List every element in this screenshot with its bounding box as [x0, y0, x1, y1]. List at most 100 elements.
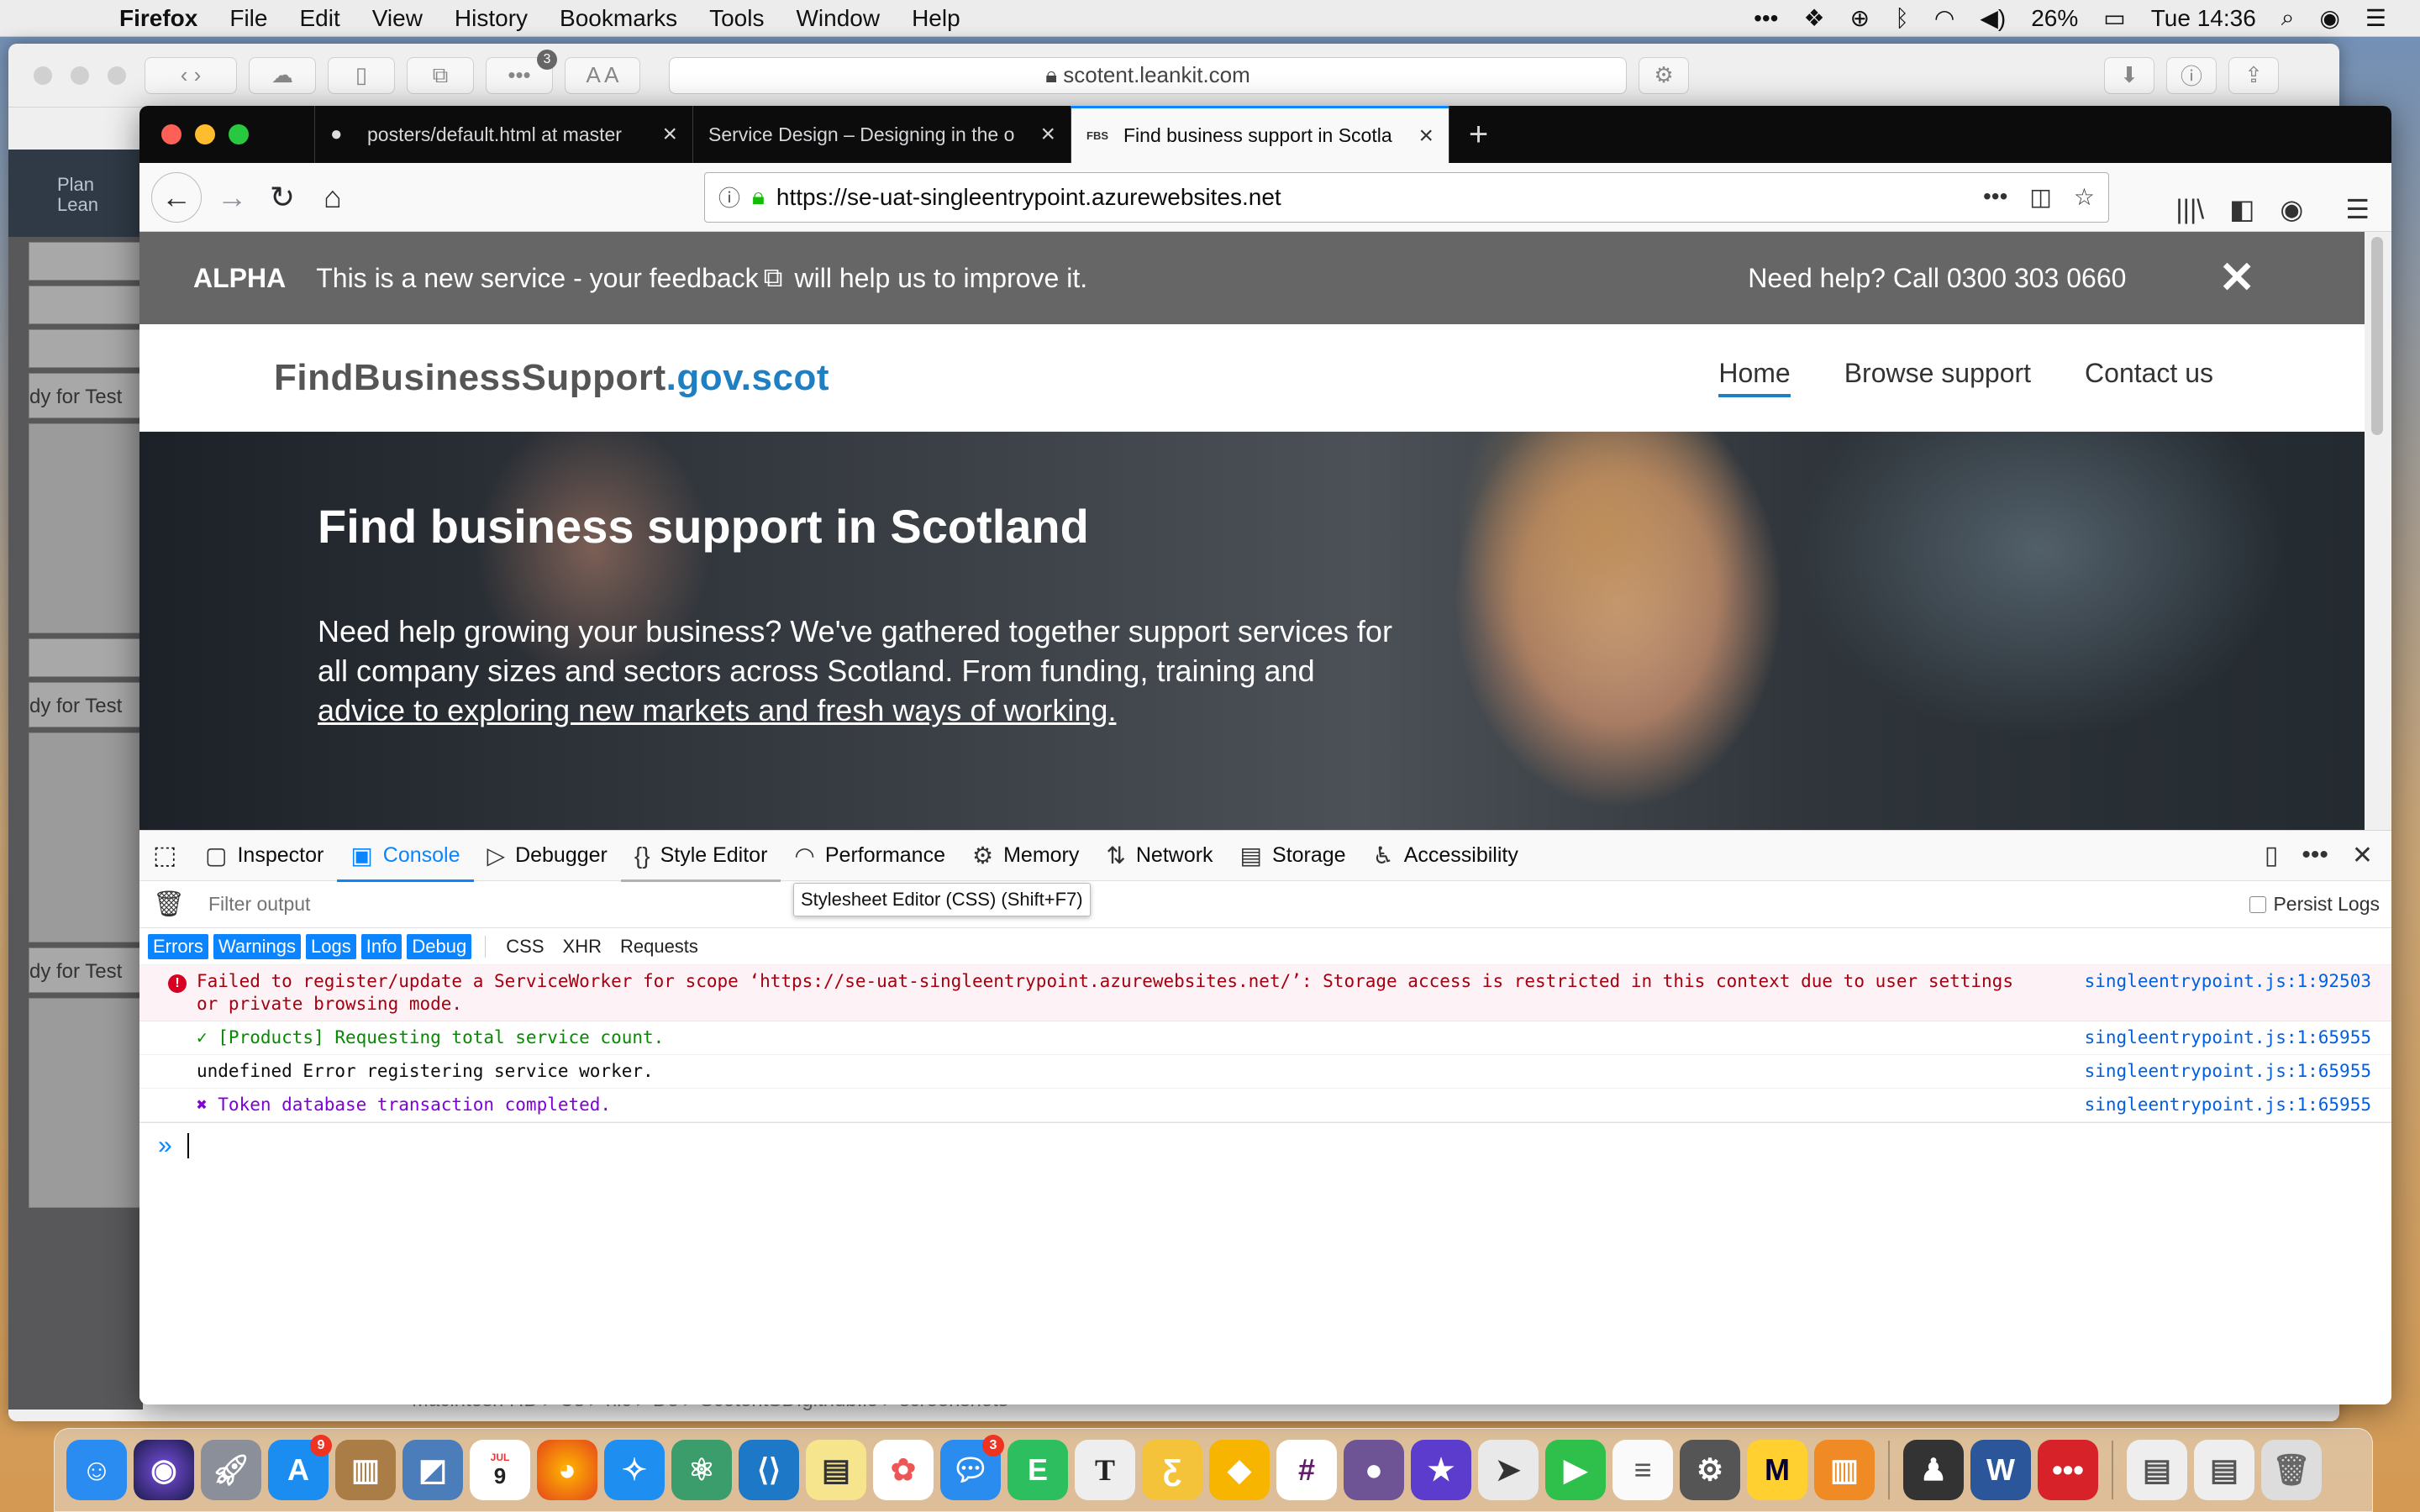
clear-console-icon[interactable]: 🗑︎	[139, 890, 198, 919]
tab-github-posters[interactable]: ● posters/default.html at master ×	[314, 106, 692, 163]
notification-center-icon[interactable]: ☰	[2365, 4, 2386, 32]
tab-performance[interactable]: ◠ Performance	[781, 831, 959, 881]
bg-back-forward-icon[interactable]: ‹ ›	[145, 56, 237, 94]
bg-info-icon[interactable]: ⓘ	[2166, 56, 2217, 94]
tab-inspector[interactable]: ▢ Inspector	[192, 831, 337, 881]
hamburger-menu-icon[interactable]: ☰	[2345, 193, 2370, 225]
trash-icon[interactable]: 🗑︎	[2261, 1440, 2322, 1500]
pocket-icon[interactable]: ◫	[2029, 183, 2051, 211]
bg-zoom-button[interactable]	[108, 66, 126, 85]
books-icon[interactable]: ▥	[1814, 1440, 1875, 1500]
tab-console[interactable]: ▣ Console	[337, 831, 474, 882]
devtools-options-icon[interactable]: •••	[2302, 841, 2328, 870]
zoom-window-button[interactable]	[229, 124, 249, 144]
miro-icon[interactable]: M	[1747, 1440, 1807, 1500]
bg-cloud-icon[interactable]: ☁	[249, 56, 316, 94]
console-input[interactable]: »	[139, 1122, 2391, 1168]
menu-clock[interactable]: Tue 14:36	[2151, 5, 2256, 32]
tab-style-editor[interactable]: {} Style Editor	[620, 831, 781, 882]
menu-window[interactable]: Window	[796, 5, 880, 32]
menu-help[interactable]: Help	[912, 5, 960, 32]
filter-debug[interactable]: Debug	[407, 933, 472, 959]
forward-button[interactable]: →	[207, 172, 257, 223]
tab-service-design[interactable]: Service Design – Designing in the o ×	[692, 106, 1071, 163]
tab-close-icon[interactable]: ×	[662, 120, 677, 149]
page-scrollbar-thumb[interactable]	[2371, 237, 2383, 435]
tab-network[interactable]: ⇅ Network	[1092, 831, 1226, 881]
app-store-icon[interactable]: A9	[268, 1435, 332, 1500]
url-text[interactable]: https://se-uat-singleentrypoint.azureweb…	[776, 184, 1983, 211]
spotlight-icon[interactable]: ⌕	[2281, 4, 2295, 32]
filter-xhr[interactable]: XHR	[556, 934, 608, 959]
menu-history[interactable]: History	[455, 5, 528, 32]
bg-close-button[interactable]	[34, 66, 52, 85]
filter-logs[interactable]: Logs	[306, 933, 356, 959]
bg-download-icon[interactable]: ⬇	[2104, 56, 2154, 94]
bg-share-icon[interactable]: ⇪	[2228, 56, 2279, 94]
message-source-link[interactable]: singleentrypoint.js:1:92503	[2085, 970, 2371, 1016]
tab-storage[interactable]: ▤ Storage	[1227, 831, 1360, 881]
evernote-icon[interactable]: E	[1007, 1440, 1068, 1500]
bg-extensions-icon[interactable]: ••• 3	[486, 49, 557, 94]
sketch-icon[interactable]: ◆	[1209, 1440, 1270, 1500]
reload-button[interactable]: ↻	[257, 172, 308, 223]
menu-bookmarks[interactable]: Bookmarks	[560, 5, 677, 32]
facetime-icon[interactable]: ▶	[1545, 1440, 1606, 1500]
tab-memory[interactable]: ⚙ Memory	[959, 831, 1092, 881]
bg-tabs-icon[interactable]: ⧉	[407, 56, 474, 94]
external-link-icon[interactable]: ⧉	[764, 262, 783, 294]
sidebar-toggle-icon[interactable]: ◧	[2229, 193, 2254, 225]
page-actions-icon[interactable]: •••	[1983, 183, 2007, 211]
checkbox-box[interactable]	[2249, 895, 2267, 913]
tab-debugger[interactable]: ▷ Debugger	[474, 831, 621, 881]
nav-home[interactable]: Home	[1718, 358, 1791, 397]
minimize-window-button[interactable]	[195, 124, 215, 144]
secure-lock-icon[interactable]: 🔒︎	[752, 183, 765, 211]
menu-tools[interactable]: Tools	[709, 5, 764, 32]
close-window-button[interactable]	[161, 124, 182, 144]
filter-errors[interactable]: Errors	[148, 933, 208, 959]
library-icon[interactable]: |||\	[2175, 194, 2204, 225]
kindle-icon[interactable]: ♟	[1903, 1440, 1964, 1500]
home-button[interactable]: ⌂	[308, 172, 358, 223]
bg-text-size-icon[interactable]: A A	[565, 56, 640, 94]
site-brand[interactable]: FindBusinessSupport.gov.scot	[274, 357, 829, 399]
bg-minimize-button[interactable]	[71, 66, 89, 85]
element-picker-icon[interactable]: ⬚	[139, 841, 192, 870]
tab-accessibility[interactable]: ♿︎ Accessibility	[1360, 831, 1532, 881]
devtools-close-icon[interactable]: ✕	[2352, 841, 2373, 870]
more-apps-icon[interactable]: •••	[2038, 1440, 2098, 1500]
stickies-icon[interactable]: ▤	[806, 1440, 866, 1500]
photos-icon[interactable]: ✿	[873, 1440, 934, 1500]
page-scrollbar[interactable]	[2365, 232, 2391, 830]
downloads-stack-icon[interactable]: ▤	[2194, 1440, 2254, 1500]
nav-browse-support[interactable]: Browse support	[1844, 358, 2031, 397]
launchpad-icon[interactable]: 🚀︎	[201, 1440, 261, 1500]
responsive-design-icon[interactable]: ▯	[2265, 841, 2279, 870]
tab-close-icon[interactable]: ×	[1418, 122, 1434, 150]
bg-settings-icon[interactable]: ⚙	[1639, 56, 1689, 94]
word-icon[interactable]: W	[1970, 1440, 2031, 1500]
menu-file[interactable]: File	[229, 5, 267, 32]
filter-input[interactable]: Filter output	[208, 893, 310, 916]
hero-text-link[interactable]: advice to exploring new markets and fres…	[318, 693, 1116, 727]
preview-icon[interactable]: ◩	[402, 1440, 463, 1500]
new-tab-button[interactable]: +	[1449, 106, 1507, 163]
bookmark-star-icon[interactable]: ☆	[2074, 183, 2095, 211]
message-source-link[interactable]: singleentrypoint.js:1:65955	[2085, 1094, 2371, 1116]
github-desktop-icon[interactable]: ●	[1344, 1440, 1404, 1500]
menu-edit[interactable]: Edit	[299, 5, 339, 32]
volume-icon[interactable]: ◀)	[1980, 4, 2006, 32]
bluetooth-icon[interactable]: ᛒ	[1895, 5, 1909, 32]
siri-icon[interactable]: ◉	[134, 1440, 194, 1500]
safari-icon[interactable]: ✧	[604, 1440, 665, 1500]
persist-logs-checkbox[interactable]: Persist Logs	[2249, 893, 2380, 916]
account-icon[interactable]: ◉	[2280, 193, 2303, 225]
filter-css[interactable]: CSS	[499, 934, 550, 959]
messages-icon[interactable]: 💬︎ 3	[940, 1435, 1004, 1500]
url-bar[interactable]: ⓘ 🔒︎ https://se-uat-singleentrypoint.azu…	[704, 171, 2109, 223]
menu-view[interactable]: View	[372, 5, 423, 32]
tab-find-business-support[interactable]: FBS Find business support in Scotla ×	[1071, 106, 1449, 163]
accessibility-icon[interactable]: ⊕	[1850, 4, 1870, 32]
calendar-icon[interactable]: JUL 9	[470, 1440, 530, 1500]
